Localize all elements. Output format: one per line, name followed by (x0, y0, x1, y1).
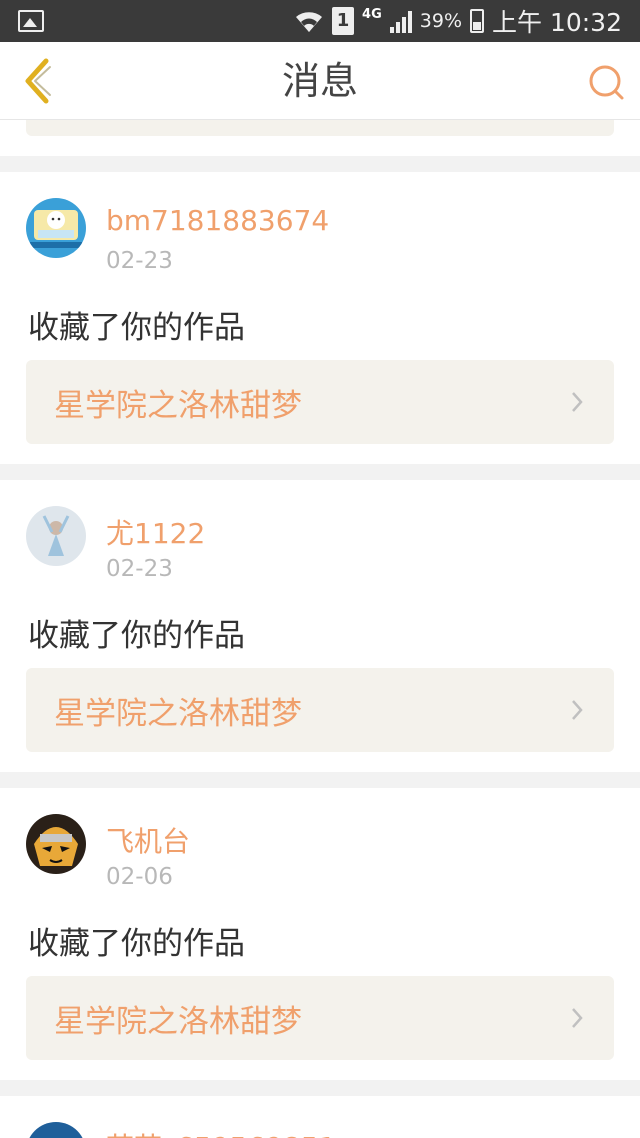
work-link[interactable]: 星学院之洛林甜梦 (26, 668, 614, 752)
search-icon (589, 65, 624, 100)
battery-icon (470, 9, 484, 33)
network-type: 4G (362, 7, 382, 22)
message-card: 节节_659569851 (0, 1096, 640, 1138)
message-list: bm7181883674 02-23 收藏了你的作品 星学院之洛林甜梦 尤112… (0, 120, 640, 1138)
username[interactable]: 节节_659569851 (106, 1126, 336, 1138)
wifi-icon (296, 12, 323, 32)
username[interactable]: 尤1122 (106, 512, 205, 552)
work-link[interactable]: 星学院之洛林甜梦 (26, 976, 614, 1060)
message-date: 02-23 (106, 556, 173, 582)
battery-percent: 39% (419, 10, 462, 32)
status-bar: 1 4G 39% 上午 10:32 (0, 0, 640, 42)
work-title: 星学院之洛林甜梦 (54, 1003, 302, 1040)
message-card: bm7181883674 02-23 收藏了你的作品 星学院之洛林甜梦 (0, 172, 640, 464)
avatar[interactable] (26, 506, 86, 566)
message-date: 02-06 (106, 864, 173, 890)
avatar[interactable] (26, 198, 86, 258)
message-date: 02-23 (106, 248, 173, 274)
avatar[interactable] (26, 814, 86, 874)
gallery-notification-icon (18, 10, 44, 32)
work-title: 星学院之洛林甜梦 (54, 695, 302, 732)
chevron-right-icon (570, 390, 586, 414)
previous-work-link[interactable] (26, 120, 614, 136)
chevron-right-icon (570, 1006, 586, 1030)
avatar[interactable] (26, 1122, 86, 1138)
username[interactable]: bm7181883674 (106, 204, 329, 237)
message-action: 收藏了你的作品 (28, 926, 245, 962)
username[interactable]: 飞机台 (106, 820, 190, 860)
message-card: 尤1122 02-23 收藏了你的作品 星学院之洛林甜梦 (0, 480, 640, 772)
page-title: 消息 (281, 59, 358, 103)
message-card: 飞机台 02-06 收藏了你的作品 星学院之洛林甜梦 (0, 788, 640, 1080)
previous-card-stub (0, 120, 640, 156)
search-button[interactable] (586, 62, 626, 102)
work-title: 星学院之洛林甜梦 (54, 387, 302, 424)
signal-icon (389, 9, 412, 33)
sim-slot-icon: 1 (332, 7, 355, 35)
work-link[interactable]: 星学院之洛林甜梦 (26, 360, 614, 444)
clock: 上午 10:32 (492, 8, 622, 37)
nav-bar: 消息 (0, 42, 640, 120)
chevron-right-icon (570, 698, 586, 722)
message-action: 收藏了你的作品 (28, 618, 245, 654)
message-action: 收藏了你的作品 (28, 310, 245, 346)
